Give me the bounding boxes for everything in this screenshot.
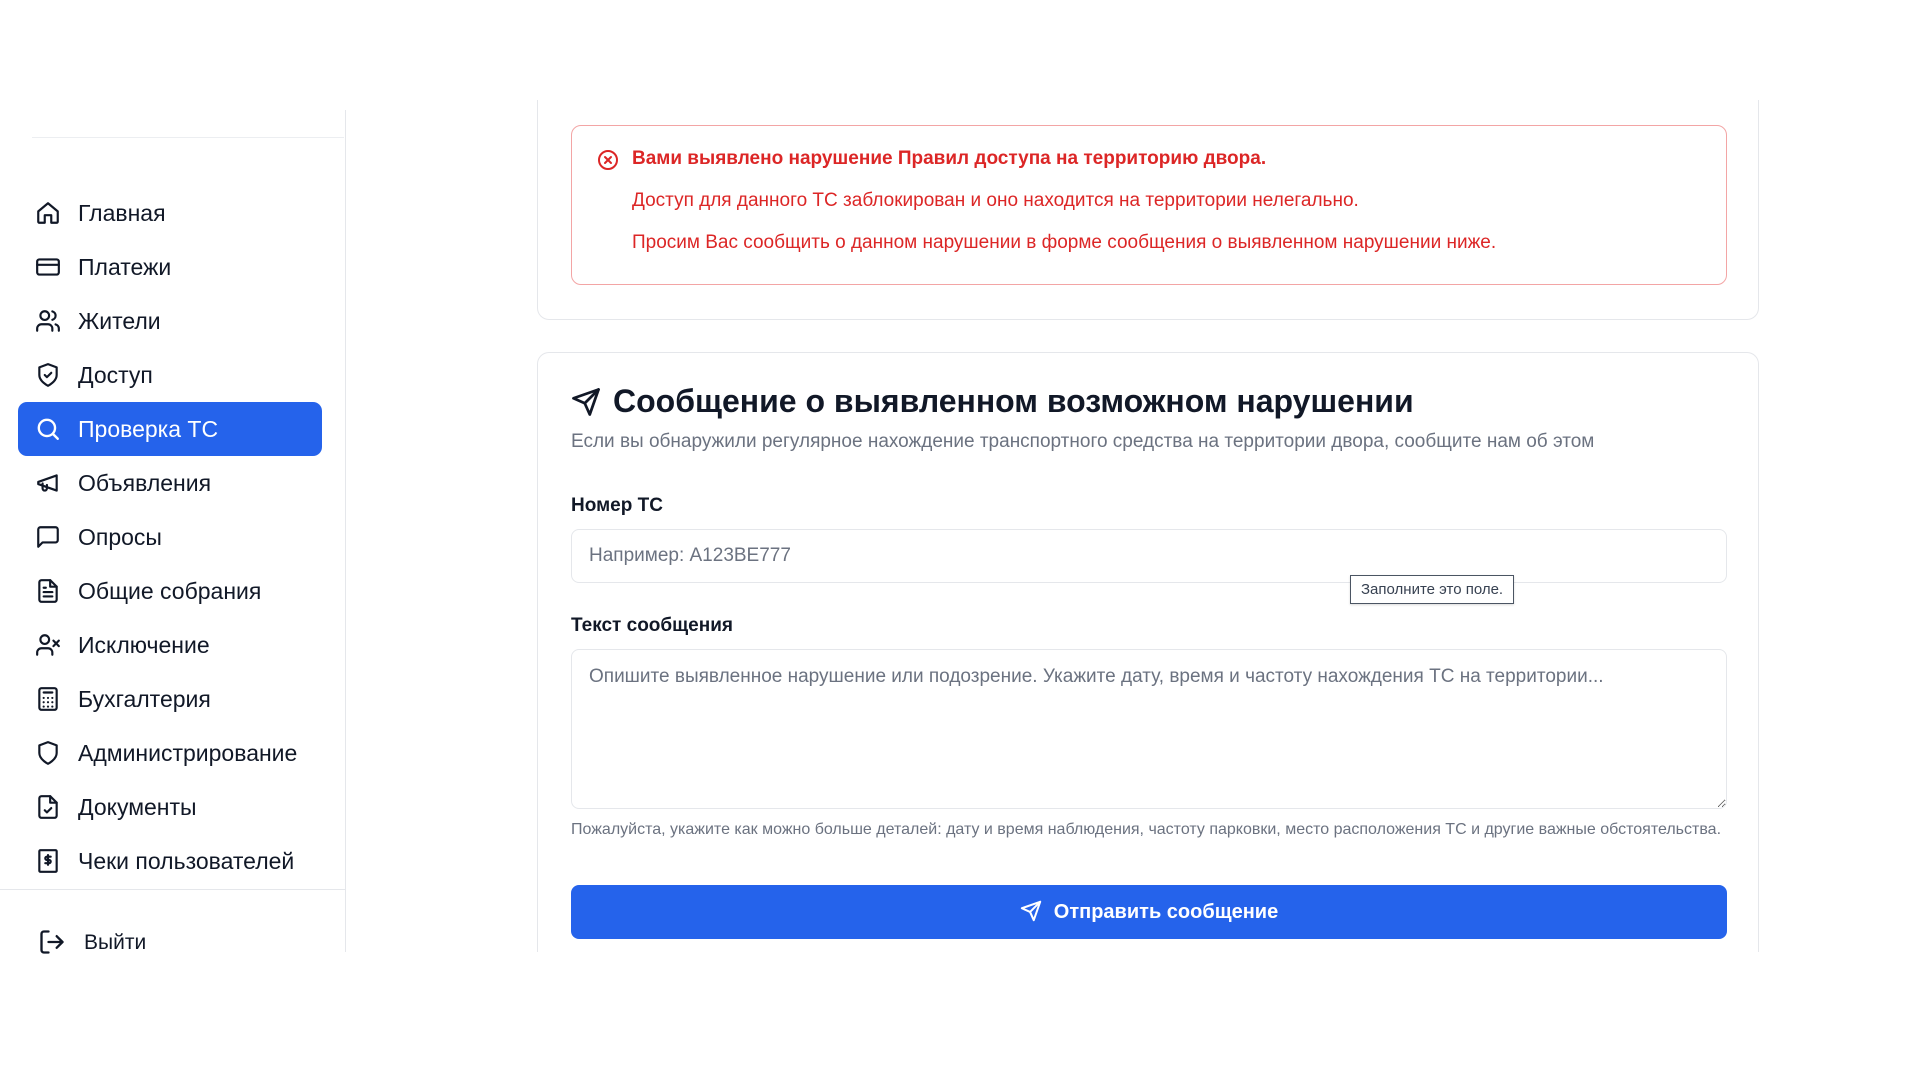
logout-button[interactable]: Выйти — [38, 928, 146, 958]
send-icon — [1020, 900, 1044, 924]
plate-label: Номер ТС — [571, 495, 663, 516]
alert-message-line: Вами выявлено нарушение Правил доступа н… — [632, 148, 1267, 169]
submit-button[interactable]: Отправить сообщение — [571, 885, 1727, 939]
sidebar-item-label: Опросы — [78, 523, 162, 550]
sidebar-item-accounting[interactable]: Бухгалтерия — [18, 672, 322, 726]
receipt-icon — [34, 847, 62, 875]
sidebar-item-payments[interactable]: Платежи — [18, 240, 322, 294]
sidebar-nav: Главная Платежи Жители Доступ Проверка Т… — [18, 186, 322, 888]
sidebar-item-label: Жители — [78, 307, 161, 334]
file-check-icon — [34, 793, 62, 821]
logout-icon — [38, 928, 68, 958]
send-icon — [571, 387, 601, 417]
calculator-icon — [34, 685, 62, 713]
sidebar-item-label: Администрирование — [78, 739, 298, 766]
sidebar-item-label: Проверка ТС — [78, 415, 219, 442]
message-textarea[interactable] — [571, 649, 1727, 809]
sidebar-item-label: Документы — [78, 793, 197, 820]
sidebar-item-label: Главная — [78, 199, 166, 226]
sidebar-item-administration[interactable]: Администрирование — [18, 726, 322, 780]
sidebar-item-exclusion[interactable]: Исключение — [18, 618, 322, 672]
credit-card-icon — [34, 253, 62, 281]
validation-tooltip: Заполните это поле. — [1350, 575, 1515, 604]
sidebar-item-vehicle-check[interactable]: Проверка ТС — [18, 402, 322, 456]
home-icon — [34, 199, 62, 227]
sidebar-item-polls[interactable]: Опросы — [18, 510, 322, 564]
message-square-icon — [34, 523, 62, 551]
form-hint: Пожалуйста, укажите как можно больше дет… — [571, 821, 1722, 838]
x-circle-icon — [596, 148, 620, 172]
sidebar-item-label: Бухгалтерия — [78, 685, 211, 712]
sidebar-item-announcements[interactable]: Объявления — [18, 456, 322, 510]
sidebar-item-label: Чеки пользователей — [78, 847, 295, 874]
violation-alert: Вами выявлено нарушение Правил доступа н… — [571, 125, 1727, 285]
sidebar-item-label: Объявления — [78, 469, 212, 496]
user-x-icon — [34, 631, 62, 659]
sidebar-item-access[interactable]: Доступ — [18, 348, 322, 402]
sidebar-divider — [32, 137, 344, 138]
violation-alert-card: Вами выявлено нарушение Правил доступа н… — [537, 100, 1759, 320]
plate-number-input[interactable] — [571, 529, 1727, 583]
shield-icon — [34, 739, 62, 767]
logout-label: Выйти — [84, 931, 147, 954]
submit-label: Отправить сообщение — [1053, 900, 1279, 923]
form-title: Сообщение о выявленном возможном нарушен… — [571, 383, 1414, 420]
users-icon — [34, 307, 62, 335]
violation-report-form: Сообщение о выявленном возможном нарушен… — [537, 352, 1759, 952]
shield-check-icon — [34, 361, 62, 389]
alert-message-line: Доступ для данного ТС заблокирован и оно… — [632, 190, 1359, 211]
form-subtitle: Если вы обнаружили регулярное нахождение… — [571, 431, 1595, 452]
sidebar-item-documents[interactable]: Документы — [18, 780, 322, 834]
file-text-icon — [34, 577, 62, 605]
sidebar-item-general-meetings[interactable]: Общие собрания — [18, 564, 322, 618]
search-icon — [34, 415, 62, 443]
sidebar-item-label: Исключение — [78, 631, 210, 658]
alert-message-line: Просим Вас сообщить о данном нарушении в… — [632, 232, 1497, 253]
form-title-text: Сообщение о выявленном возможном нарушен… — [613, 383, 1414, 419]
sidebar: Главная Платежи Жители Доступ Проверка Т… — [0, 110, 346, 954]
sidebar-item-residents[interactable]: Жители — [18, 294, 322, 348]
sidebar-item-label: Доступ — [78, 361, 153, 388]
sidebar-item-label: Платежи — [78, 253, 172, 280]
sidebar-item-user-receipts[interactable]: Чеки пользователей — [18, 834, 322, 888]
sidebar-item-label: Общие собрания — [78, 577, 262, 604]
megaphone-icon — [34, 469, 62, 497]
sidebar-divider — [0, 889, 346, 890]
message-label: Текст сообщения — [571, 615, 733, 636]
sidebar-item-home[interactable]: Главная — [18, 186, 322, 240]
